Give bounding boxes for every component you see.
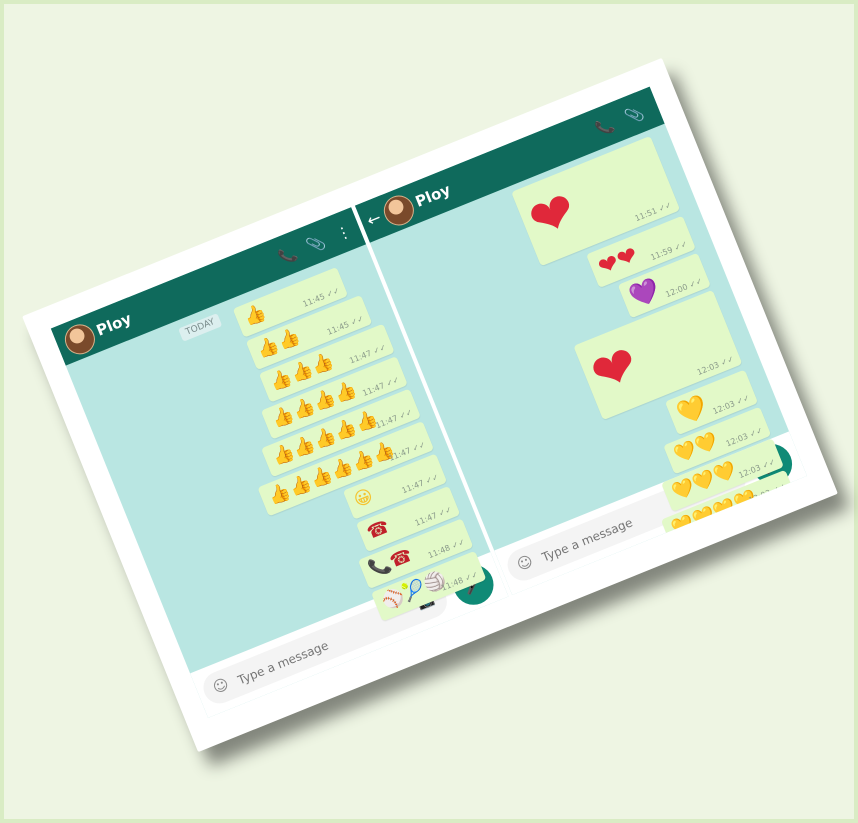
back-arrow-icon[interactable]: ←: [364, 208, 384, 231]
message-emoji: 💜: [625, 274, 664, 312]
message-time: 12:03 ✓✓: [695, 354, 736, 378]
attach-icon[interactable]: 📎: [623, 103, 647, 127]
message-emoji: 👍: [240, 301, 270, 330]
contact-name[interactable]: Ploy: [413, 181, 453, 211]
message-input[interactable]: [232, 606, 402, 692]
contact-avatar[interactable]: [379, 190, 419, 231]
message-emoji: ❤: [582, 331, 648, 408]
message-emoji: ❤❤: [594, 240, 642, 282]
attach-icon[interactable]: 📎: [304, 232, 328, 256]
call-icon[interactable]: 📞: [276, 243, 300, 267]
message-emoji: 📞☎: [365, 544, 416, 581]
message-time: 12:03 ✓✓: [747, 482, 788, 506]
contact-avatar[interactable]: [60, 319, 100, 359]
message-emoji: 👍👍: [253, 325, 304, 362]
message-emoji: 😀: [350, 484, 377, 512]
message-time: 11:51 ✓✓: [633, 200, 674, 224]
menu-icon[interactable]: ⋮: [333, 222, 354, 244]
call-icon[interactable]: 📞: [593, 115, 617, 139]
message-emoji: 💛: [672, 391, 712, 429]
message-emoji: ❤: [519, 178, 586, 254]
contact-name[interactable]: Ploy: [94, 309, 134, 339]
emoji-icon[interactable]: ☺: [514, 552, 535, 575]
emoji-icon[interactable]: ☺: [210, 675, 231, 698]
message-emoji: ☎: [363, 516, 393, 544]
